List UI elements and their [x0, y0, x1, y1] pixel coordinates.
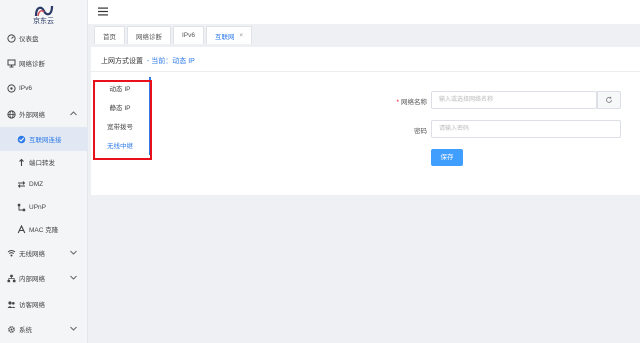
sidebar-item-dmz[interactable]: DMZ	[0, 172, 88, 196]
tab-network-diagnose[interactable]: 网络诊断	[127, 26, 171, 44]
sidebar-item-wireless[interactable]: 无线网络	[0, 241, 88, 265]
ssid-input[interactable]: 输入或选择网络名称	[431, 91, 597, 109]
sidebar-item-label: 仪表盘	[19, 36, 39, 43]
logo-text: 京东云	[33, 18, 54, 25]
page-tabs: 首页 网络诊断 IPv6 互联网 ×	[88, 24, 640, 44]
sidebar-item-external-network[interactable]: 外部网络	[0, 102, 88, 126]
chevron-down-icon	[70, 275, 77, 280]
tab-ipv6[interactable]: IPv6	[173, 26, 205, 44]
sidebar-item-dashboard[interactable]: 仪表盘	[0, 26, 88, 50]
highlight-box	[93, 80, 152, 160]
network-diagnose-icon	[6, 58, 16, 68]
hamburger-menu-icon[interactable]	[98, 7, 108, 16]
sidebar-item-label: 访客网络	[19, 302, 45, 309]
sidebar-item-label: DMZ	[29, 180, 44, 188]
required-mark: *	[396, 99, 399, 106]
jdcloud-logo-icon	[34, 5, 53, 17]
current-mode-text: - 当前：动态 IP	[147, 58, 195, 65]
sidebar-item-internet-connection[interactable]: 互联网连接	[0, 127, 88, 151]
dmz-icon	[16, 179, 26, 189]
sidebar-item-system[interactable]: 系统	[0, 317, 88, 341]
ssid-label-text: 网络名称	[401, 99, 427, 106]
sidebar-item-guest[interactable]: 访客网络	[0, 292, 88, 316]
mac-clone-icon	[16, 224, 26, 234]
tab-label: IPv6	[182, 32, 196, 39]
content-panel: 上网方式设置 - 当前：动态 IP 动态 IP 静态 IP 宽带拨号 无线中继 *…	[91, 47, 640, 195]
tab-internet[interactable]: 互联网 ×	[206, 26, 253, 44]
tab-label: 首页	[103, 33, 116, 41]
chevron-down-icon	[70, 250, 77, 255]
tab-label: 互联网	[215, 33, 235, 41]
upnp-icon	[16, 202, 26, 212]
sidebar-item-label: 外部网络	[19, 112, 45, 119]
sidebar-item-label: UPnP	[29, 203, 46, 211]
sidebar-item-label: 内部网络	[19, 276, 45, 283]
port-forward-icon	[16, 157, 26, 167]
divider	[91, 71, 640, 72]
sidebar-item-label: IPv6	[19, 84, 33, 92]
sidebar-item-label: MAC 克隆	[29, 227, 59, 234]
chevron-up-icon	[70, 111, 77, 116]
sidebar-item-upnp[interactable]: UPnP	[0, 195, 88, 219]
gear-icon	[6, 324, 16, 334]
sidebar-item-label: 系统	[19, 327, 32, 334]
page-title-text: 上网方式设置	[101, 58, 143, 65]
sidebar-item-label: 无线网络	[19, 251, 45, 258]
top-header	[88, 0, 640, 24]
lan-icon	[6, 273, 16, 283]
internet-connection-icon	[16, 134, 26, 144]
wireless-icon	[6, 248, 16, 258]
globe-icon	[6, 109, 16, 119]
ssid-label: * 网络名称	[377, 96, 427, 106]
sidebar-item-port-forward[interactable]: 端口转发	[0, 150, 88, 174]
tab-label: 网络诊断	[136, 33, 162, 41]
logo: 京东云	[0, 0, 87, 28]
ipv6-icon	[6, 83, 16, 93]
page-title: 上网方式设置 - 当前：动态 IP	[101, 56, 195, 66]
sidebar-item-mac-clone[interactable]: MAC 克隆	[0, 217, 88, 241]
guest-icon	[6, 299, 16, 309]
sidebar-item-label: 互联网连接	[29, 137, 62, 144]
password-label: 密码	[414, 128, 427, 135]
chevron-down-icon	[70, 326, 77, 331]
password-input[interactable]: 请输入密码	[431, 120, 621, 138]
refresh-icon	[606, 96, 612, 103]
save-button[interactable]: 保存	[431, 149, 463, 166]
sidebar: 京东云 仪表盘 网络诊断 IPv6 外部网络 互联网连接 端口转发 DMZ UP…	[0, 0, 88, 343]
sidebar-item-network-diagnose[interactable]: 网络诊断	[0, 51, 88, 75]
sidebar-item-lan[interactable]: 内部网络	[0, 266, 88, 290]
dashboard-icon	[6, 33, 16, 43]
sidebar-item-ipv6[interactable]: IPv6	[0, 76, 88, 100]
tab-home[interactable]: 首页	[94, 26, 125, 44]
sidebar-item-label: 网络诊断	[19, 61, 45, 68]
close-icon[interactable]: ×	[240, 33, 244, 39]
refresh-button[interactable]	[597, 91, 621, 109]
sidebar-item-label: 端口转发	[29, 160, 55, 167]
